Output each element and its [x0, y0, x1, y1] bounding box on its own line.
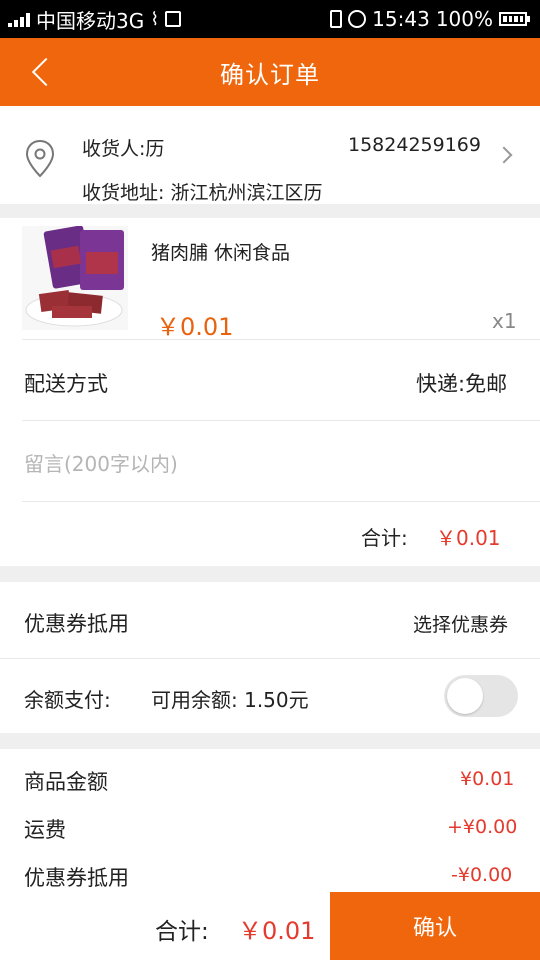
signal-icon: [8, 11, 30, 27]
delivery-value: 快递:免邮: [416, 372, 508, 396]
summary-coupon-label: 优惠券抵用: [24, 866, 129, 890]
receiver-name: 收货人:历: [82, 138, 165, 160]
clock: 15:43: [372, 7, 430, 31]
shipping-address: 收货地址: 浙江杭州滨江区历: [82, 182, 323, 204]
back-arrow-icon[interactable]: [28, 52, 68, 92]
battery-icon: [499, 12, 530, 26]
image-notification-icon: [165, 11, 182, 27]
available-balance: 可用余额: 1.50元: [151, 688, 309, 712]
total-value: ￥0.01: [238, 917, 316, 945]
summary-goods-value: ¥0.01: [460, 768, 515, 790]
subtotal-label: 合计:: [361, 526, 408, 550]
subtotal-value: ￥0.01: [436, 526, 501, 550]
divider: [0, 658, 540, 659]
location-pin-icon: [25, 139, 55, 178]
page-title: 确认订单: [220, 60, 320, 89]
title-bar: 确认订单: [0, 38, 540, 106]
toggle-knob: [447, 678, 483, 714]
wifi-icon: ⌇: [150, 8, 160, 30]
vibrate-icon: [330, 10, 343, 28]
section-divider: [0, 733, 540, 749]
balance-label: 余额支付:: [24, 688, 111, 712]
product-name: 猪肉脯 休闲食品: [151, 242, 291, 264]
select-coupon-link[interactable]: 选择优惠券: [413, 610, 508, 637]
section-divider: [0, 566, 540, 582]
total-label: 合计:: [155, 919, 209, 945]
summary-coupon-value: -¥0.00: [451, 864, 513, 886]
section-divider: [0, 204, 540, 218]
alarm-icon: [348, 10, 367, 28]
product-quantity: x1: [492, 309, 517, 333]
summary-goods-label: 商品金额: [24, 770, 108, 794]
coupon-label: 优惠券抵用: [24, 612, 129, 636]
status-bar: 中国移动3G ⌇ 15:43 100%: [0, 0, 540, 38]
message-placeholder: 留言(200字以内): [24, 452, 178, 476]
confirm-button[interactable]: 确认: [330, 892, 540, 960]
carrier-label: 中国移动3G: [36, 8, 145, 33]
summary-shipping-value: +¥0.00: [447, 816, 518, 838]
battery-percent: 100%: [435, 7, 493, 31]
receiver-phone: 15824259169: [348, 134, 481, 156]
message-input[interactable]: 留言(200字以内): [24, 448, 514, 480]
summary-shipping-label: 运费: [24, 818, 66, 842]
product-price: ￥0.01: [156, 313, 234, 341]
delivery-label: 配送方式: [24, 372, 108, 396]
balance-toggle[interactable]: [444, 675, 518, 717]
divider: [22, 501, 540, 502]
product-image: [22, 226, 128, 330]
divider: [22, 420, 540, 421]
